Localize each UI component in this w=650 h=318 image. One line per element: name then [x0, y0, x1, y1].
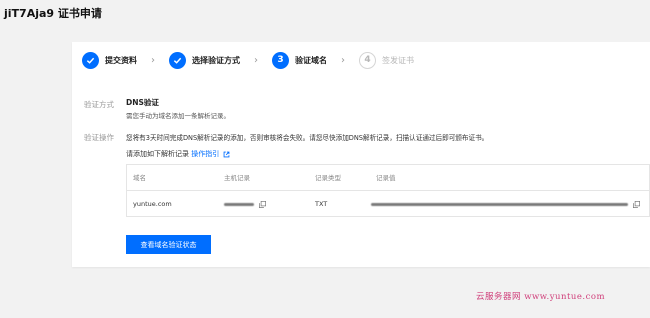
col-record-type: 记录类型 [315, 174, 341, 182]
row-domain: yuntue.com [133, 200, 172, 208]
instruction-line: 请添加如下解析记录 操作指引 [126, 149, 230, 159]
step-number: 3 [272, 51, 289, 69]
dns-verify-desc: 需您手动为域名添加一条解析记录。 [126, 112, 230, 120]
step-label: 提交资料 [105, 55, 137, 65]
step-verify-domain: 3 验证域名 [272, 51, 327, 69]
external-link-icon[interactable] [223, 151, 230, 158]
verify-method-content: DNS验证 需您手动为域名添加一条解析记录。 [126, 97, 230, 120]
step-choose-method: 选择验证方式 [169, 51, 240, 69]
chevron-right-icon: › [254, 54, 258, 66]
instruction-text: 请添加如下解析记录 [126, 150, 189, 158]
check-domain-status-button[interactable]: 查看域名验证状态 [126, 235, 211, 254]
step-progress: 提交资料 › 选择验证方式 › 3 验证域名 › 4 签发证书 [82, 51, 414, 69]
step-issue-cert: 4 签发证书 [359, 51, 414, 69]
page-title: jiT7Aja9 证书申请 [4, 7, 102, 20]
dns-verify-title: DNS验证 [126, 98, 159, 107]
step-label: 签发证书 [382, 55, 414, 65]
step-number: 4 [359, 51, 376, 69]
step-label: 验证域名 [295, 55, 327, 65]
verify-notice: 您将有3天时间完成DNS解析记录的添加，否则审核将会失败。请您尽快添加DNS解析… [126, 134, 489, 142]
chevron-right-icon: › [151, 54, 155, 66]
chevron-right-icon: › [341, 54, 345, 66]
col-record-value: 记录值 [376, 174, 396, 182]
certificate-apply-card: 提交资料 › 选择验证方式 › 3 验证域名 › 4 签发证书 验证方式 DNS… [72, 42, 650, 267]
step-label: 选择验证方式 [192, 55, 240, 65]
watermark: 云服务器网 www.yuntue.com [476, 292, 606, 302]
copy-icon[interactable] [633, 200, 641, 208]
guide-link[interactable]: 操作指引 [191, 150, 219, 158]
check-icon [82, 51, 99, 69]
redacted-host [224, 202, 254, 206]
verify-method-label: 验证方式 [84, 100, 114, 109]
check-icon [169, 51, 186, 69]
copy-icon[interactable] [259, 200, 267, 208]
col-domain: 域名 [133, 174, 146, 182]
redacted-value [371, 202, 628, 206]
step-submit: 提交资料 [82, 51, 137, 69]
dns-record-table: 域名 主机记录 记录类型 记录值 yuntue.com TXT [126, 164, 650, 217]
row-host-record [224, 191, 267, 217]
table-row: yuntue.com TXT [127, 191, 649, 217]
row-record-type: TXT [315, 200, 328, 208]
verify-steps-label: 验证操作 [84, 133, 114, 142]
table-header: 域名 主机记录 记录类型 记录值 [127, 165, 649, 191]
col-host-record: 主机记录 [224, 174, 250, 182]
row-record-value [371, 191, 641, 217]
